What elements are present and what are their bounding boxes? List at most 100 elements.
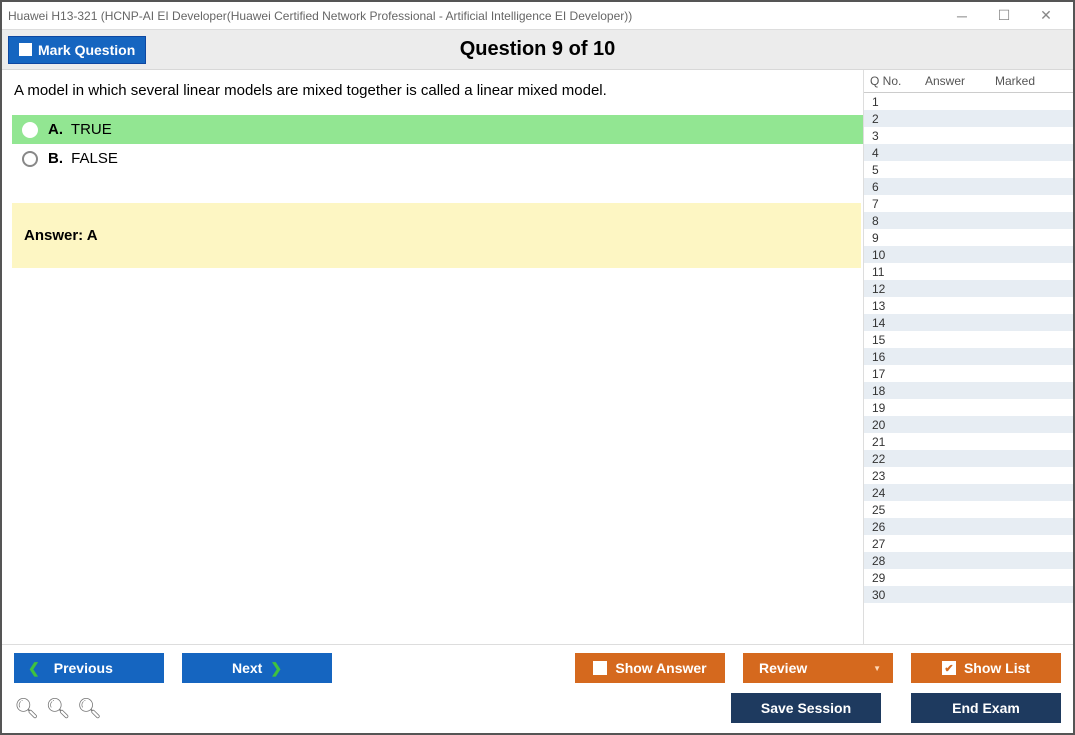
option-b[interactable]: B. FALSE [12,144,863,173]
list-item[interactable]: 27 [864,535,1073,552]
qno-cell: 10 [864,248,919,262]
list-item[interactable]: 2 [864,110,1073,127]
show-list-button[interactable]: ✔ Show List [911,653,1061,683]
review-dropdown[interactable]: Review ▼ [743,653,893,683]
list-item[interactable]: 5 [864,161,1073,178]
list-item[interactable]: 17 [864,365,1073,382]
app-window: Huawei H13-321 (HCNP-AI EI Developer(Hua… [0,0,1075,735]
qno-cell: 28 [864,554,919,568]
show-answer-label: Show Answer [615,660,706,676]
qno-cell: 13 [864,299,919,313]
minimize-icon[interactable]: ─ [941,4,983,28]
zoom-reset-icon[interactable]: 🔍︎ [14,696,39,721]
list-item[interactable]: 4 [864,144,1073,161]
qno-cell: 11 [864,265,919,279]
qno-cell: 17 [864,367,919,381]
header-bar: Mark Question Question 9 of 10 [2,30,1073,70]
zoom-out-icon[interactable]: 🔍︎ [77,696,102,721]
answer-box: Answer: A [12,203,861,268]
qno-cell: 26 [864,520,919,534]
list-item[interactable]: 28 [864,552,1073,569]
qno-cell: 6 [864,180,919,194]
list-item[interactable]: 23 [864,467,1073,484]
qno-cell: 4 [864,146,919,160]
list-item[interactable]: 14 [864,314,1073,331]
list-header: Q No. Answer Marked [864,70,1073,93]
mark-label: Mark Question [38,42,135,58]
save-session-button[interactable]: Save Session [731,693,881,723]
footer: ❮ Previous Next ❯ Show Answer Review ▼ ✔… [2,644,1073,733]
qno-cell: 20 [864,418,919,432]
qno-cell: 22 [864,452,919,466]
list-item[interactable]: 7 [864,195,1073,212]
qno-cell: 2 [864,112,919,126]
list-item[interactable]: 24 [864,484,1073,501]
review-label: Review [759,660,807,676]
qno-cell: 24 [864,486,919,500]
qno-cell: 23 [864,469,919,483]
previous-button[interactable]: ❮ Previous [14,653,164,683]
window-title: Huawei H13-321 (HCNP-AI EI Developer(Hua… [8,9,941,23]
list-rows[interactable]: 1234567891011121314151617181920212223242… [864,93,1073,644]
footer-row-1: ❮ Previous Next ❯ Show Answer Review ▼ ✔… [14,653,1061,683]
col-answer: Answer [919,70,989,92]
list-item[interactable]: 20 [864,416,1073,433]
list-item[interactable]: 18 [864,382,1073,399]
checkbox-icon [593,661,607,675]
chevron-down-icon: ▼ [873,664,881,673]
list-item[interactable]: 22 [864,450,1073,467]
titlebar: Huawei H13-321 (HCNP-AI EI Developer(Hua… [2,2,1073,30]
zoom-in-icon[interactable]: 🔍︎ [45,696,70,721]
qno-cell: 27 [864,537,919,551]
qno-cell: 7 [864,197,919,211]
question-counter: Question 9 of 10 [460,38,616,61]
list-item[interactable]: 16 [864,348,1073,365]
list-item[interactable]: 9 [864,229,1073,246]
list-item[interactable]: 6 [864,178,1073,195]
qno-cell: 3 [864,129,919,143]
next-button[interactable]: Next ❯ [182,653,332,683]
maximize-icon[interactable]: ☐ [983,4,1025,28]
list-item[interactable]: 21 [864,433,1073,450]
qno-cell: 15 [864,333,919,347]
list-item[interactable]: 1 [864,93,1073,110]
col-qno: Q No. [864,70,919,92]
qno-cell: 16 [864,350,919,364]
chevron-right-icon: ❯ [270,660,282,677]
qno-cell: 8 [864,214,919,228]
qno-cell: 14 [864,316,919,330]
list-item[interactable]: 10 [864,246,1073,263]
list-item[interactable]: 3 [864,127,1073,144]
list-item[interactable]: 8 [864,212,1073,229]
list-item[interactable]: 15 [864,331,1073,348]
radio-icon [22,122,38,138]
list-item[interactable]: 26 [864,518,1073,535]
qno-cell: 29 [864,571,919,585]
list-item[interactable]: 30 [864,586,1073,603]
close-icon[interactable]: ✕ [1025,4,1067,28]
qno-cell: 12 [864,282,919,296]
option-letter: B. [48,150,63,167]
option-a[interactable]: A. TRUE [12,115,863,144]
mark-question-button[interactable]: Mark Question [8,36,146,64]
qno-cell: 25 [864,503,919,517]
list-item[interactable]: 19 [864,399,1073,416]
next-label: Next [232,660,262,676]
list-item[interactable]: 13 [864,297,1073,314]
checkbox-icon [19,43,32,56]
list-item[interactable]: 25 [864,501,1073,518]
list-item[interactable]: 12 [864,280,1073,297]
qno-cell: 30 [864,588,919,602]
previous-label: Previous [54,660,113,676]
qno-cell: 5 [864,163,919,177]
option-text: TRUE [71,121,112,138]
question-text: A model in which several linear models a… [12,82,863,99]
end-exam-button[interactable]: End Exam [911,693,1061,723]
list-item[interactable]: 29 [864,569,1073,586]
checkbox-checked-icon: ✔ [942,661,956,675]
qno-cell: 18 [864,384,919,398]
list-item[interactable]: 11 [864,263,1073,280]
show-answer-button[interactable]: Show Answer [575,653,725,683]
chevron-left-icon: ❮ [28,660,40,677]
qno-cell: 1 [864,95,919,109]
